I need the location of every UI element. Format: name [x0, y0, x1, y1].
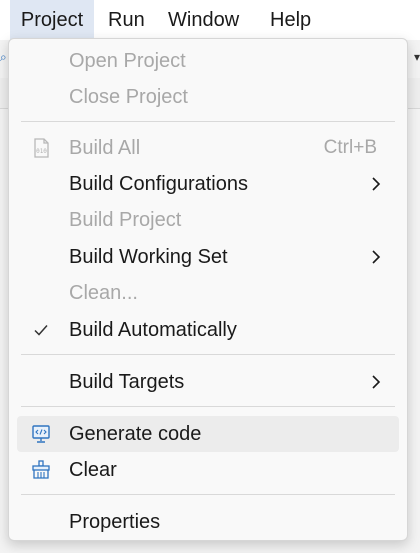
menu-item-build-project[interactable]: Build Project [17, 202, 399, 238]
menu-item-label: Clean... [69, 282, 138, 304]
menu-item-label: Build Working Set [69, 246, 228, 268]
menu-item-generate-code[interactable]: Generate code [17, 416, 399, 452]
chevron-right-icon [367, 175, 385, 193]
menu-item-build-all[interactable]: 010 Build All Ctrl+B [17, 130, 399, 166]
menu-item-label: Generate code [69, 423, 202, 445]
menu-item-clean[interactable]: Clean... [17, 275, 399, 311]
menu-separator [21, 406, 395, 407]
menu-item-properties[interactable]: Properties [17, 504, 399, 540]
menu-item-label: Build Targets [69, 371, 185, 393]
menu-separator [21, 494, 395, 495]
project-menu: Open Project Close Project 010 Build All… [8, 38, 408, 541]
menu-item-clear[interactable]: Clear [17, 452, 399, 488]
menu-separator [21, 354, 395, 355]
menu-item-shortcut: Ctrl+B [323, 137, 377, 158]
menu-bar: Project Run Window Help [0, 0, 420, 40]
menu-run[interactable]: Run [108, 0, 145, 40]
menu-separator [21, 121, 395, 122]
chevron-down-icon: ▾ [414, 50, 420, 64]
menu-item-open-project[interactable]: Open Project [17, 43, 399, 79]
menu-item-build-targets[interactable]: Build Targets [17, 364, 399, 400]
menu-item-label: Properties [69, 511, 161, 533]
menu-item-label: Build Automatically [69, 319, 237, 341]
checkmark-icon [30, 319, 52, 341]
menu-item-label: Close Project [69, 86, 188, 108]
menu-item-close-project[interactable]: Close Project [17, 79, 399, 115]
menu-item-label: Clear [69, 459, 117, 481]
menu-project[interactable]: Project [10, 0, 94, 40]
menu-item-build-working-set[interactable]: Build Working Set [17, 239, 399, 275]
search-icon: ⌕ [0, 50, 7, 64]
menu-item-build-configurations[interactable]: Build Configurations [17, 166, 399, 202]
menu-item-label: Build All [69, 137, 141, 159]
menu-item-label: Open Project [69, 50, 186, 72]
clear-icon [30, 459, 52, 481]
menu-item-label: Build Project [69, 209, 182, 231]
generate-code-icon [30, 423, 52, 445]
svg-text:010: 010 [36, 148, 47, 155]
menu-help[interactable]: Help [270, 0, 311, 40]
menu-item-build-automatically[interactable]: Build Automatically [17, 312, 399, 348]
chevron-right-icon [367, 248, 385, 266]
menu-item-label: Build Configurations [69, 173, 248, 195]
menu-window[interactable]: Window [168, 0, 239, 40]
chevron-right-icon [367, 373, 385, 391]
binary-file-icon: 010 [30, 137, 52, 159]
